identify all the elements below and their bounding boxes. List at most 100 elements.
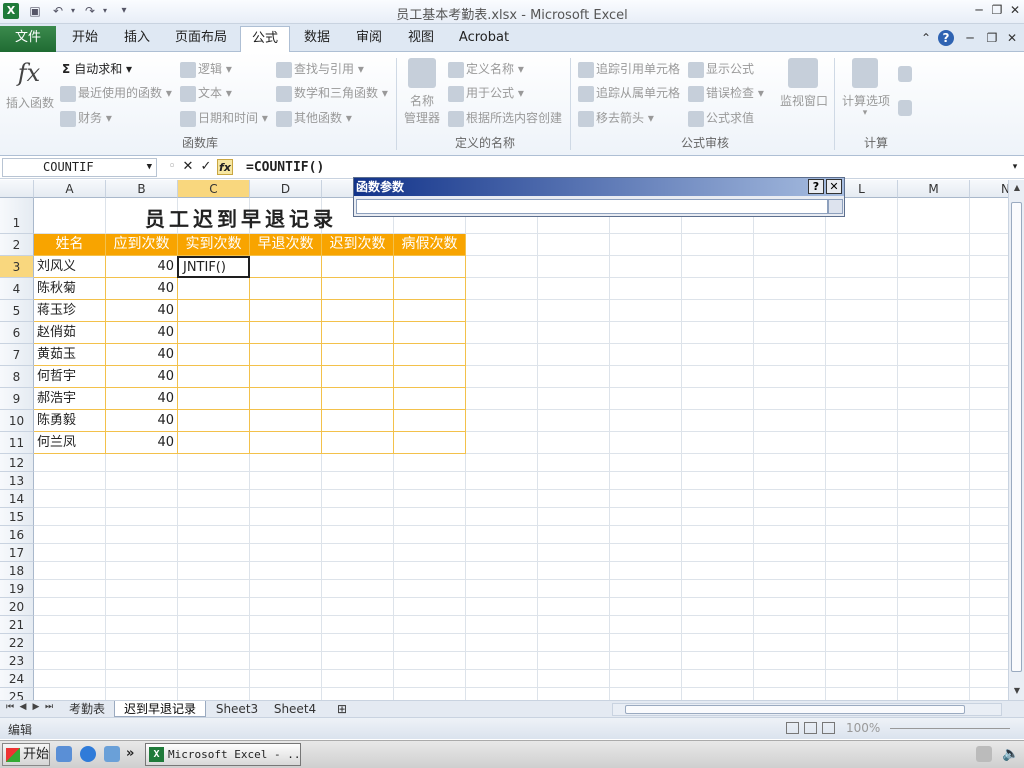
sheet-tab-late-early[interactable]: 迟到早退记录 — [114, 701, 206, 717]
data-cell[interactable] — [250, 410, 322, 432]
workbook-close-icon[interactable]: ✕ — [1004, 30, 1020, 46]
row-header[interactable]: 17 — [0, 544, 34, 562]
expected-count-cell[interactable]: 40 — [106, 300, 178, 322]
sheet-tab-attendance[interactable]: 考勤表 — [62, 701, 112, 717]
cancel-icon[interactable]: ✕ — [180, 159, 196, 175]
row-header[interactable]: 22 — [0, 634, 34, 652]
row-header[interactable]: 23 — [0, 652, 34, 670]
expected-count-cell[interactable]: 40 — [106, 432, 178, 454]
financial-button[interactable]: 财务 ▾ — [60, 109, 112, 127]
select-all-corner[interactable] — [0, 180, 34, 198]
normal-view-icon[interactable] — [786, 722, 799, 734]
data-cell[interactable] — [250, 278, 322, 300]
data-cell[interactable] — [178, 410, 250, 432]
row-header[interactable]: 15 — [0, 508, 34, 526]
enter-icon[interactable]: ✓ — [198, 159, 214, 175]
expected-count-cell[interactable]: 40 — [106, 278, 178, 300]
data-cell[interactable] — [250, 388, 322, 410]
data-cell[interactable] — [178, 278, 250, 300]
data-cell[interactable] — [394, 256, 466, 278]
dialog-help-button[interactable]: ? — [808, 179, 824, 194]
expected-count-cell[interactable]: 40 — [106, 366, 178, 388]
header-cell[interactable]: 应到次数 — [106, 234, 178, 256]
data-cell[interactable] — [322, 388, 394, 410]
data-cell[interactable] — [250, 344, 322, 366]
tab-insert[interactable]: 插入 — [114, 28, 160, 52]
fx-icon[interactable]: fx — [14, 58, 44, 88]
name-cell[interactable]: 何哲宇 — [34, 366, 106, 388]
row-header[interactable]: 7 — [0, 344, 34, 366]
horizontal-scrollbar[interactable] — [612, 703, 1002, 716]
row-header[interactable]: 14 — [0, 490, 34, 508]
sheet-tab-sheet4[interactable]: Sheet4 — [268, 701, 322, 717]
math-button[interactable]: 数学和三角函数 ▾ — [276, 84, 388, 102]
data-cell[interactable] — [322, 344, 394, 366]
row-header[interactable]: 16 — [0, 526, 34, 544]
name-cell[interactable]: 陈秋菊 — [34, 278, 106, 300]
insert-function-icon[interactable]: fx — [217, 159, 233, 175]
quicklaunch-more-icon[interactable]: » — [126, 746, 142, 762]
calculate-sheet-icon[interactable] — [898, 100, 912, 116]
watch-window-icon[interactable] — [788, 58, 818, 88]
row-header[interactable]: 19 — [0, 580, 34, 598]
row-header[interactable]: 20 — [0, 598, 34, 616]
zoom-slider[interactable] — [890, 728, 1010, 729]
data-cell[interactable] — [394, 410, 466, 432]
calculate-now-icon[interactable] — [898, 66, 912, 82]
data-cell[interactable] — [250, 366, 322, 388]
autosum-button[interactable]: Σ 自动求和 ▾ — [62, 60, 132, 77]
zoom-level[interactable]: 100% — [846, 721, 880, 735]
data-cell[interactable] — [322, 256, 394, 278]
evaluate-formula-button[interactable]: 公式求值 — [688, 109, 754, 127]
header-cell[interactable]: 迟到次数 — [322, 234, 394, 256]
help-icon[interactable]: ? — [938, 30, 954, 46]
data-cell[interactable] — [394, 432, 466, 454]
data-cell[interactable] — [394, 388, 466, 410]
data-cell[interactable] — [250, 432, 322, 454]
dialog-title[interactable]: 函数参数 — [354, 178, 844, 196]
dialog-range-input[interactable] — [356, 199, 828, 214]
show-formulas-button[interactable]: 显示公式 — [688, 60, 754, 78]
row-header[interactable]: 6 — [0, 322, 34, 344]
sheet-title[interactable]: 员工迟到早退记录 — [145, 203, 337, 232]
error-checking-button[interactable]: 错误检查 ▾ — [688, 84, 764, 102]
data-cell[interactable] — [178, 300, 250, 322]
data-cell[interactable] — [322, 366, 394, 388]
data-cell[interactable] — [178, 322, 250, 344]
minimize-ribbon-icon[interactable]: ⌃ — [918, 30, 934, 46]
vertical-scrollbar[interactable]: ▲ ▼ — [1008, 180, 1024, 700]
text-button[interactable]: 文本 ▾ — [180, 84, 232, 102]
data-cell[interactable] — [322, 278, 394, 300]
calculation-options-icon[interactable] — [852, 58, 878, 88]
trace-dependents-button[interactable]: 追踪从属单元格 — [578, 84, 680, 102]
worksheet-grid[interactable]: ABCDEFGHIJKLMN 1234567891011121314151617… — [0, 180, 1008, 702]
header-cell[interactable]: 病假次数 — [394, 234, 466, 256]
name-box-dropdown-icon[interactable]: ▼ — [147, 159, 152, 176]
column-header[interactable]: B — [106, 180, 178, 198]
last-sheet-icon[interactable]: ⏭ — [43, 702, 55, 712]
row-header[interactable]: 18 — [0, 562, 34, 580]
row-header[interactable]: 13 — [0, 472, 34, 490]
start-button[interactable]: 开始 — [2, 743, 50, 766]
tab-formulas[interactable]: 公式 — [240, 26, 290, 53]
create-from-selection-button[interactable]: 根据所选内容创建 — [448, 109, 562, 127]
data-cell[interactable] — [394, 300, 466, 322]
row-header[interactable]: 21 — [0, 616, 34, 634]
vertical-scroll-thumb[interactable] — [1011, 202, 1022, 672]
row-header[interactable]: 11 — [0, 432, 34, 454]
data-cell[interactable] — [394, 278, 466, 300]
row-header[interactable]: 8 — [0, 366, 34, 388]
row-header[interactable]: 5 — [0, 300, 34, 322]
name-cell[interactable]: 赵俏茹 — [34, 322, 106, 344]
name-cell[interactable]: 郝浩宇 — [34, 388, 106, 410]
expected-count-cell[interactable]: 40 — [106, 388, 178, 410]
page-break-view-icon[interactable] — [822, 722, 835, 734]
row-header[interactable]: 24 — [0, 670, 34, 688]
column-header[interactable]: N — [970, 180, 1008, 198]
data-cell[interactable] — [394, 366, 466, 388]
lookup-button[interactable]: 查找与引用 ▾ — [276, 60, 364, 78]
next-sheet-icon[interactable]: ▶ — [30, 702, 42, 712]
workbook-minimize-icon[interactable]: ─ — [962, 30, 978, 46]
data-cell[interactable] — [178, 388, 250, 410]
row-header[interactable]: 12 — [0, 454, 34, 472]
